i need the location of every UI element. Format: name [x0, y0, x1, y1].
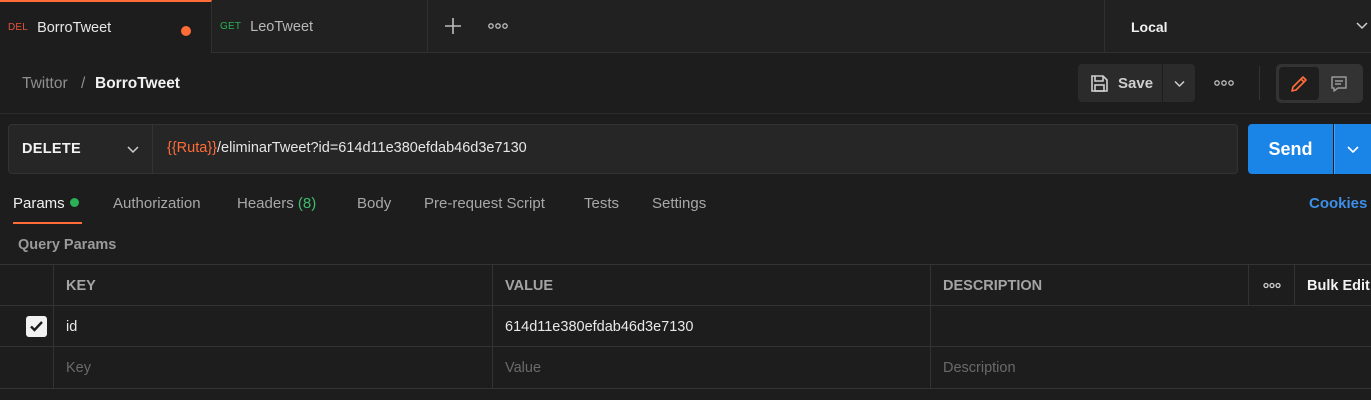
edit-mode-button[interactable] [1279, 67, 1319, 100]
environment-selector[interactable]: Local [1104, 0, 1371, 53]
request-options-button[interactable] [1211, 72, 1237, 94]
param-key-field[interactable]: id [53, 306, 492, 347]
pencil-icon [1291, 75, 1307, 92]
view-mode-toggle [1276, 64, 1363, 103]
param-enabled-checkbox[interactable] [26, 316, 47, 337]
bulk-edit-button[interactable]: Bulk Edit [1294, 265, 1371, 306]
save-options-button[interactable] [1163, 64, 1195, 102]
tab-method-badge: GET [220, 21, 242, 32]
tab-leotweet[interactable]: GET LeoTweet [212, 0, 428, 53]
url-input[interactable]: {{Ruta}}/eliminarTweet?id=614d11e380efda… [167, 140, 527, 156]
send-button[interactable]: Send [1248, 124, 1333, 174]
table-row-new: Key Value Description [0, 347, 1371, 388]
breadcrumb-separator: / [81, 75, 86, 92]
column-header-key: KEY [53, 265, 492, 306]
unsaved-changes-dot [181, 26, 191, 36]
chevron-down-icon [1173, 80, 1185, 87]
more-dots-icon [488, 23, 508, 29]
request-tab-bar: DEL BorroTweet GET LeoTweet Local [0, 0, 1371, 53]
tab-title: LeoTweet [250, 18, 314, 35]
checkmark-icon [30, 321, 43, 332]
http-method-value: DELETE [22, 141, 81, 157]
new-tab-button[interactable] [441, 14, 465, 38]
tab-authorization[interactable]: Authorization [113, 195, 201, 212]
column-options-button[interactable] [1248, 265, 1294, 306]
param-value-field[interactable]: 614d11e380efdab46d3e7130 [492, 306, 931, 347]
request-url-bar: DELETE {{Ruta}}/eliminarTweet?id=614d11e… [8, 124, 1238, 174]
url-environment-variable: {{Ruta}} [167, 140, 217, 156]
tab-tests[interactable]: Tests [584, 195, 619, 212]
param-description-field[interactable] [930, 306, 1248, 347]
http-method-select[interactable]: DELETE [9, 125, 153, 173]
request-header: Twittor / BorroTweet Save [0, 54, 1371, 114]
new-param-description-field[interactable]: Description [930, 347, 1248, 388]
tab-headers-label: Headers [237, 195, 294, 212]
tab-pre-request-script[interactable]: Pre-request Script [424, 195, 545, 212]
chevron-down-icon [127, 146, 139, 154]
active-tab-indicator [13, 222, 82, 224]
plus-icon [445, 18, 461, 34]
tab-headers[interactable]: Headers (8) [237, 195, 316, 212]
new-param-value-field[interactable]: Value [492, 347, 931, 388]
tab-params[interactable]: Params [13, 195, 79, 212]
params-active-dot [69, 198, 79, 207]
column-header-description: DESCRIPTION [930, 265, 1248, 306]
save-button[interactable]: Save [1078, 64, 1162, 102]
save-label: Save [1118, 74, 1154, 92]
headers-count: (8) [297, 195, 317, 212]
tab-body[interactable]: Body [357, 195, 391, 212]
tab-params-label: Params [13, 195, 65, 212]
save-icon [1091, 74, 1108, 92]
tab-settings[interactable]: Settings [652, 195, 706, 212]
send-options-button[interactable] [1334, 124, 1371, 174]
breadcrumb-collection[interactable]: Twittor [22, 75, 68, 93]
breadcrumb-request-name[interactable]: BorroTweet [95, 75, 180, 93]
table-row: id 614d11e380efdab46d3e7130 [0, 306, 1371, 347]
query-params-table: KEY VALUE DESCRIPTION Bulk Edit id 614d1… [0, 264, 1371, 389]
tab-borrotweet[interactable]: DEL BorroTweet [0, 0, 212, 53]
tab-options-button[interactable] [486, 14, 510, 38]
comments-mode-button[interactable] [1319, 67, 1359, 100]
new-param-key-field[interactable]: Key [53, 347, 492, 388]
more-dots-icon [1214, 80, 1234, 86]
environment-label: Local [1131, 18, 1168, 35]
send-label: Send [1268, 138, 1313, 159]
query-params-heading: Query Params [18, 237, 117, 253]
toolbar-divider [1259, 66, 1260, 100]
chevron-down-icon [1356, 22, 1368, 30]
cookies-link[interactable]: Cookies [1309, 195, 1367, 212]
tab-title: BorroTweet [37, 19, 112, 36]
chevron-down-icon [1347, 146, 1359, 154]
more-dots-icon [1262, 282, 1281, 289]
tab-method-badge: DEL [8, 22, 29, 33]
comment-icon [1331, 75, 1347, 92]
table-header-row: KEY VALUE DESCRIPTION Bulk Edit [0, 265, 1371, 306]
url-path: /eliminarTweet?id=614d11e380efdab46d3e71… [217, 140, 527, 156]
column-header-value: VALUE [492, 265, 931, 306]
